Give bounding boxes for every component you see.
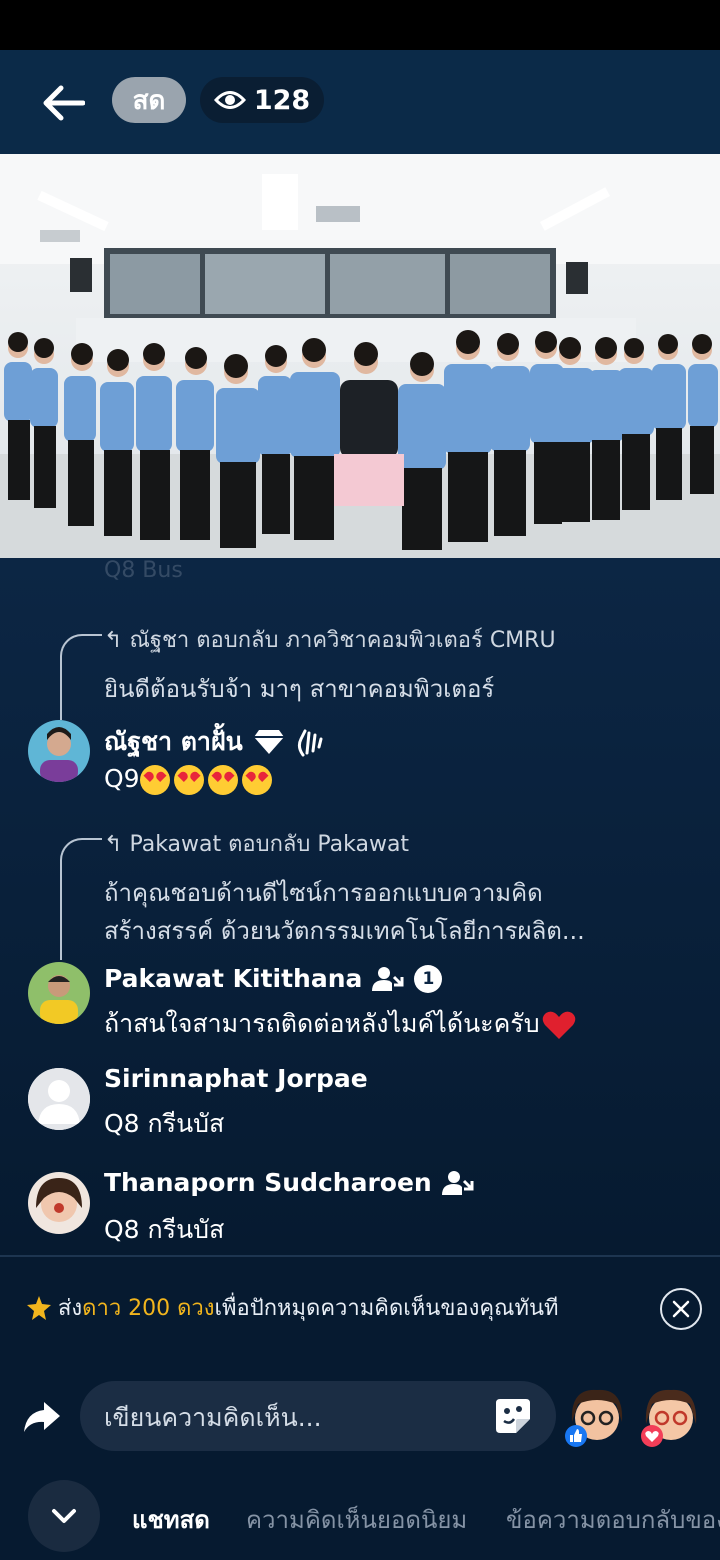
back-button[interactable] bbox=[36, 80, 90, 126]
live-badge: สด bbox=[112, 77, 186, 123]
tab-replies[interactable]: ข้อความตอบกลับของ bbox=[506, 1500, 720, 1539]
reply-thread-line bbox=[60, 838, 102, 960]
collapse-button[interactable] bbox=[28, 1480, 100, 1552]
avatar[interactable] bbox=[28, 720, 90, 782]
share-icon bbox=[24, 1402, 60, 1432]
heart-eyes-emoji bbox=[139, 765, 170, 795]
comment-author[interactable]: Pakawat Kitithana 1 bbox=[104, 964, 443, 993]
sticker-icon bbox=[496, 1399, 530, 1433]
fan-icon bbox=[441, 1170, 474, 1195]
comment-message: Q8 กรีนบัส bbox=[104, 1215, 225, 1244]
viewer-count: 128 bbox=[253, 84, 311, 116]
wave-icon bbox=[297, 729, 323, 757]
previous-comment-faded: Q8 Bus bbox=[104, 558, 183, 583]
live-label: สด bbox=[132, 85, 166, 116]
comment-author[interactable]: Thanaporn Sudcharoen bbox=[104, 1168, 474, 1197]
share-button[interactable] bbox=[22, 1396, 62, 1436]
close-banner-button[interactable] bbox=[660, 1288, 702, 1330]
divider bbox=[0, 1255, 720, 1257]
close-icon bbox=[672, 1300, 690, 1318]
avatar[interactable] bbox=[28, 1068, 90, 1130]
author-name: Pakawat Kitithana bbox=[104, 964, 363, 993]
love-icon bbox=[641, 1425, 663, 1447]
heart-eyes-emoji bbox=[241, 765, 272, 795]
back-arrow-icon bbox=[43, 85, 85, 121]
stars-amount: ดาว 200 ดวง bbox=[82, 1296, 215, 1321]
heart-eyes-emoji bbox=[173, 765, 204, 795]
avatar-photo bbox=[28, 962, 90, 1024]
live-chat[interactable]: Q8 Bus ↰ ณัฐชา ตอบกลับ ภาควิชาคอมพิวเตอร… bbox=[0, 558, 720, 1256]
diamond-icon bbox=[253, 730, 284, 754]
star-icon bbox=[27, 1295, 51, 1320]
sticker-button[interactable] bbox=[492, 1395, 534, 1437]
comment-message: Q9 bbox=[104, 764, 276, 795]
chat-tab-bar: แชทสด ความคิดเห็นยอดนิยม ข้อความตอบกลับข… bbox=[0, 1470, 720, 1560]
reply-preview-line: ยินดีต้อนรับจ้า มาๆ สาขาคอมพิวเตอร์ bbox=[104, 675, 495, 703]
viewer-count-badge[interactable]: 128 bbox=[200, 77, 324, 123]
reply-preview[interactable]: ยินดีต้อนรับจ้า มาๆ สาขาคอมพิวเตอร์ bbox=[104, 670, 494, 708]
avatar[interactable] bbox=[28, 962, 90, 1024]
default-avatar-icon bbox=[28, 1068, 90, 1130]
author-name: Thanaporn Sudcharoen bbox=[104, 1168, 432, 1197]
reply-header[interactable]: ↰ ณัฐชา ตอบกลับ ภาควิชาคอมพิวเตอร์ CMRU bbox=[104, 622, 556, 657]
tab-live-chat[interactable]: แชทสด bbox=[132, 1500, 210, 1539]
reply-preview[interactable]: ถ้าคุณชอบด้านดีไซน์การออกแบบความคิด สร้า… bbox=[104, 874, 585, 950]
author-name: Sirinnaphat Jorpae bbox=[104, 1064, 368, 1093]
reply-preview-line: ถ้าคุณชอบด้านดีไซน์การออกแบบความคิด bbox=[104, 879, 543, 907]
comment-composer[interactable] bbox=[80, 1381, 556, 1453]
author-name: ณัฐชา ตาฝั้น bbox=[104, 727, 243, 756]
top-fan-badge: 1 bbox=[414, 964, 443, 993]
video-frame-photo bbox=[0, 154, 720, 558]
reply-preview-line: สร้างสรรค์ ด้วยนวัตกรรมเทคโนโลยีการผลิต.… bbox=[104, 917, 585, 945]
fan-icon bbox=[372, 966, 404, 991]
live-video[interactable] bbox=[0, 154, 720, 558]
tab-top-comments[interactable]: ความคิดเห็นยอดนิยม bbox=[246, 1500, 467, 1539]
comment-author[interactable]: ณัฐชา ตาฝั้น bbox=[104, 722, 325, 762]
stars-promo-banner[interactable]: ส่งดาว 200 ดวงเพื่อปักหมุดความคิดเห็นของ… bbox=[26, 1290, 559, 1325]
red-heart-icon bbox=[542, 1011, 575, 1039]
live-header: สด 128 bbox=[0, 50, 720, 154]
chevron-down-icon bbox=[52, 1509, 76, 1523]
comment-input[interactable] bbox=[102, 1381, 486, 1453]
avatar[interactable] bbox=[28, 1172, 90, 1234]
eye-icon bbox=[213, 91, 246, 109]
like-icon bbox=[565, 1425, 587, 1447]
comment-message: Q8 กรีนบัส bbox=[104, 1109, 225, 1138]
comment-author[interactable]: Sirinnaphat Jorpae bbox=[104, 1064, 368, 1093]
reply-arrow-icon: ↰ bbox=[104, 832, 130, 857]
reply-header[interactable]: ↰ Pakawat ตอบกลับ Pakawat bbox=[104, 826, 409, 861]
avatar-photo bbox=[28, 720, 90, 782]
status-bar bbox=[0, 0, 720, 50]
reply-thread-line bbox=[60, 634, 102, 720]
avatar-photo bbox=[28, 1172, 90, 1234]
heart-eyes-emoji bbox=[207, 765, 238, 795]
reply-arrow-icon: ↰ bbox=[104, 628, 130, 653]
comment-message: ถ้าสนใจสามารถติดต่อหลังไมค์ได้นะครับ bbox=[104, 1004, 576, 1044]
